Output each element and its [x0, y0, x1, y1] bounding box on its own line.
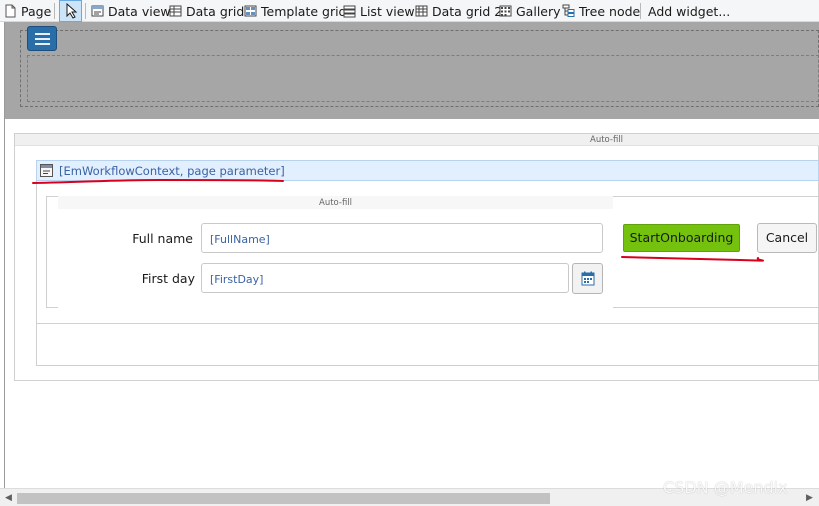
toolbar-tree-node-label: Tree node — [579, 3, 641, 19]
toolbar-data-grid[interactable]: Data grid — [169, 0, 244, 22]
toolbar-gallery[interactable]: Gallery — [499, 0, 561, 22]
toolbar-list-view-label: List view — [360, 3, 415, 19]
layout-placeholder-inner — [27, 55, 819, 102]
toolbar-divider — [640, 3, 641, 19]
toolbar-add-widget-label: Add widget... — [648, 3, 731, 19]
widget-toolbar: Page Data view Data grid Template grid L… — [0, 0, 819, 22]
dataview-footer-divider — [37, 323, 819, 324]
cancel-button[interactable]: Cancel — [757, 223, 817, 253]
gallery-icon — [499, 5, 512, 17]
pointer-icon — [66, 3, 78, 19]
outer-autofill-label: Auto-fill — [590, 135, 624, 145]
toolbar-data-view-label: Data view — [108, 3, 171, 19]
toolbar-page-label: Page — [21, 3, 52, 19]
toolbar-add-widget[interactable]: Add widget... — [648, 0, 730, 22]
full-name-label: Full name — [132, 231, 193, 246]
data-grid-icon — [169, 5, 182, 17]
toolbar-template-grid-label: Template grid — [261, 3, 347, 19]
outer-autofill-strip — [15, 134, 819, 146]
toolbar-tree-node[interactable]: Tree node — [562, 0, 640, 22]
full-name-input[interactable]: [FullName] — [201, 223, 603, 253]
toolbar-template-grid[interactable]: Template grid — [244, 0, 347, 22]
calendar-icon — [581, 271, 595, 286]
canvas-left-edge — [4, 22, 5, 488]
scroll-right-icon[interactable]: ▶ — [806, 493, 813, 503]
dataview-header[interactable]: [EmWorkflowContext, page parameter] — [36, 160, 819, 181]
dataview-source-label: [EmWorkflowContext, page parameter] — [59, 164, 285, 178]
toolbar-data-grid-2[interactable]: Data grid 2 — [415, 0, 502, 22]
scrollbar-thumb[interactable] — [17, 493, 550, 504]
first-day-input[interactable]: [FirstDay] — [201, 263, 569, 293]
data-view-icon — [40, 164, 53, 177]
toolbar-list-view[interactable]: List view — [343, 0, 415, 22]
toolbar-data-view[interactable]: Data view — [91, 0, 171, 22]
toolbar-page[interactable]: Page — [4, 0, 51, 22]
data-grid-2-icon — [415, 5, 428, 17]
first-day-label: First day — [141, 271, 195, 286]
data-view-icon — [91, 5, 104, 17]
list-view-icon — [343, 5, 356, 18]
page-icon — [5, 4, 16, 18]
start-onboarding-button[interactable]: StartOnboarding — [623, 224, 740, 252]
toolbar-data-grid-label: Data grid — [186, 3, 245, 19]
toolbar-divider — [85, 3, 86, 19]
tree-node-icon — [562, 4, 575, 17]
inner-autofill-label: Auto-fill — [319, 198, 353, 208]
toolbar-gallery-label: Gallery — [516, 3, 561, 19]
date-picker-button[interactable] — [572, 263, 603, 294]
toolbar-data-grid-2-label: Data grid 2 — [432, 3, 503, 19]
scroll-left-icon[interactable]: ◀ — [5, 493, 12, 503]
pointer-tool-button[interactable] — [59, 0, 82, 22]
page-editor: Page Data view Data grid Template grid L… — [0, 0, 819, 506]
toolbar-divider — [54, 3, 55, 19]
menu-toggle-button[interactable] — [27, 26, 57, 51]
template-grid-icon — [244, 5, 257, 17]
watermark: CSDN @Mendix — [663, 478, 788, 497]
